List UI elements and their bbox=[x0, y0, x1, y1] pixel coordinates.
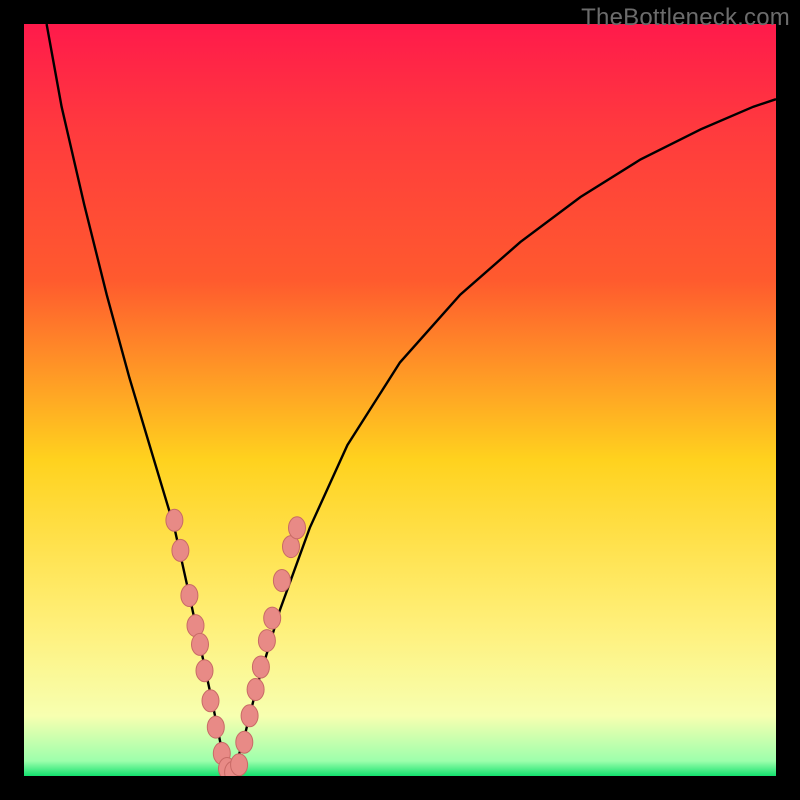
data-marker bbox=[181, 585, 198, 607]
data-marker bbox=[202, 690, 219, 712]
data-marker bbox=[236, 731, 253, 753]
bottleneck-chart bbox=[24, 24, 776, 776]
watermark-text: TheBottleneck.com bbox=[581, 4, 790, 32]
data-marker bbox=[273, 570, 290, 592]
data-marker bbox=[247, 679, 264, 701]
data-marker bbox=[231, 754, 248, 776]
data-marker bbox=[289, 517, 306, 539]
data-marker bbox=[196, 660, 213, 682]
data-marker bbox=[241, 705, 258, 727]
data-marker bbox=[264, 607, 281, 629]
data-marker bbox=[252, 656, 269, 678]
data-marker bbox=[207, 716, 224, 738]
data-marker bbox=[166, 509, 183, 531]
data-marker bbox=[172, 539, 189, 561]
chart-frame bbox=[24, 24, 776, 776]
data-marker bbox=[192, 633, 209, 655]
data-marker bbox=[258, 630, 275, 652]
